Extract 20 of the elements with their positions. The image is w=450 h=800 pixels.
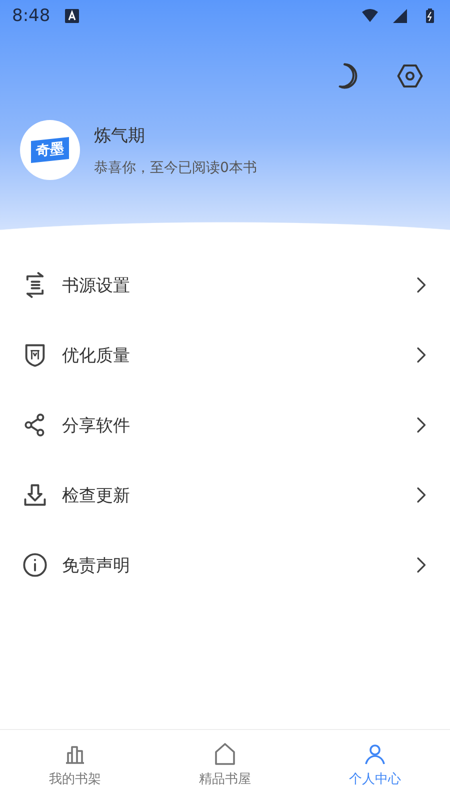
menu-item[interactable]: 免责声明 <box>0 530 450 600</box>
menu-item[interactable]: 优化质量 <box>0 320 450 390</box>
user-icon <box>363 742 387 766</box>
avatar-logo: 奇墨 <box>31 137 69 163</box>
wifi-icon <box>362 8 378 24</box>
info-icon <box>22 552 48 578</box>
signal-icon <box>392 8 408 24</box>
nav-tab[interactable]: 我的书架 <box>0 730 150 800</box>
menu-item[interactable]: 分享软件 <box>0 390 450 460</box>
status-time: 8:48 <box>12 6 50 26</box>
menu-item[interactable]: 检查更新 <box>0 460 450 530</box>
nav-tab[interactable]: 个人中心 <box>300 730 450 800</box>
reading-summary: 恭喜你，至今已阅读0本书 <box>94 158 257 176</box>
avatar[interactable]: 奇墨 <box>20 120 80 180</box>
nav-tab[interactable]: 精品书屋 <box>150 730 300 800</box>
menu-item[interactable]: 书源设置 <box>0 250 450 320</box>
notification-icon <box>64 8 80 24</box>
home-icon <box>213 742 237 766</box>
settings-button[interactable] <box>396 62 424 90</box>
user-level: 炼气期 <box>94 124 146 146</box>
